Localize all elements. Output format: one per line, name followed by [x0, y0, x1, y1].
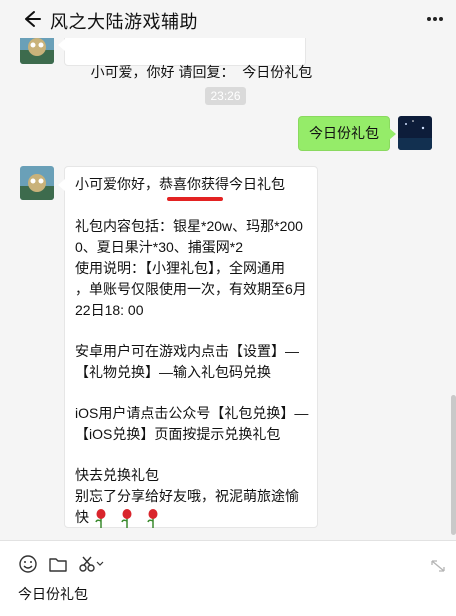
chat-header: 风之大陆游戏辅助	[0, 0, 456, 38]
rose-icon	[95, 509, 106, 529]
message-line: 【礼物兑换】—输入礼包码兑换	[75, 364, 271, 380]
back-arrow-icon[interactable]	[22, 9, 42, 29]
rose-icon	[121, 509, 132, 529]
rose-icon	[147, 509, 158, 529]
message-line: 别忘了分享给好友哦，祝泥萌旅途愉	[75, 488, 299, 504]
message-bubble-sent[interactable]: 今日份礼包	[298, 116, 396, 151]
message-line: ，单账号仅限使用一次，有效期至6月	[75, 281, 307, 297]
message-line: 快去兑换礼包	[75, 467, 159, 483]
message-line: 0、夏日果汁*30、捕蛋网*2	[75, 239, 244, 255]
message-line: 【iOS兑换】页面按提示兑换礼包	[75, 426, 281, 442]
redaction-mark	[167, 197, 223, 201]
message-text: 今日份礼包	[309, 125, 379, 141]
message-text: 快	[75, 509, 89, 525]
emoji-icon[interactable]	[18, 555, 38, 573]
message-bubble-received[interactable]: 小可爱，你好 请回复： 今日份礼包	[58, 38, 312, 80]
message-input[interactable]: 今日份礼包	[18, 584, 88, 604]
message-text: 小可爱，你好 请回复： 今日份礼包	[90, 64, 313, 80]
message-line: 礼包内容包括：银星*20w、玛那*200	[75, 218, 303, 234]
scrollbar[interactable]	[451, 395, 456, 535]
expand-icon[interactable]	[430, 559, 446, 573]
message-line: 使用说明：【小狸礼包】，全网通用	[75, 260, 285, 276]
message-list[interactable]: 小可爱，你好 请回复： 今日份礼包 23:26 今日份礼包 小可爱你好，恭喜你获…	[0, 38, 456, 540]
message-line: 22日18: 00	[75, 302, 144, 318]
more-icon[interactable]	[424, 10, 446, 28]
folder-icon[interactable]	[48, 555, 68, 573]
rose-emojis	[93, 508, 161, 529]
input-area[interactable]: 今日份礼包	[0, 540, 456, 616]
official-account-avatar[interactable]	[20, 38, 54, 64]
message-line: 安卓用户可在游戏内点击【设置】—	[75, 343, 299, 359]
gift-message-bubble[interactable]: 小可爱你好，恭喜你获得今日礼包 礼包内容包括：银星*20w、玛那*200 0、夏…	[58, 166, 318, 529]
official-account-avatar[interactable]	[20, 166, 54, 200]
message-line-last: 快	[75, 507, 308, 529]
message-line: 小可爱你好，恭喜你获得今日礼包	[75, 176, 285, 192]
scissors-icon[interactable]	[78, 555, 104, 573]
chat-title: 风之大陆游戏辅助	[50, 12, 198, 32]
message-line: iOS用户请点击公众号【礼包兑换】—	[75, 405, 309, 421]
timestamp: 23:26	[205, 87, 246, 105]
my-avatar[interactable]	[398, 116, 432, 150]
